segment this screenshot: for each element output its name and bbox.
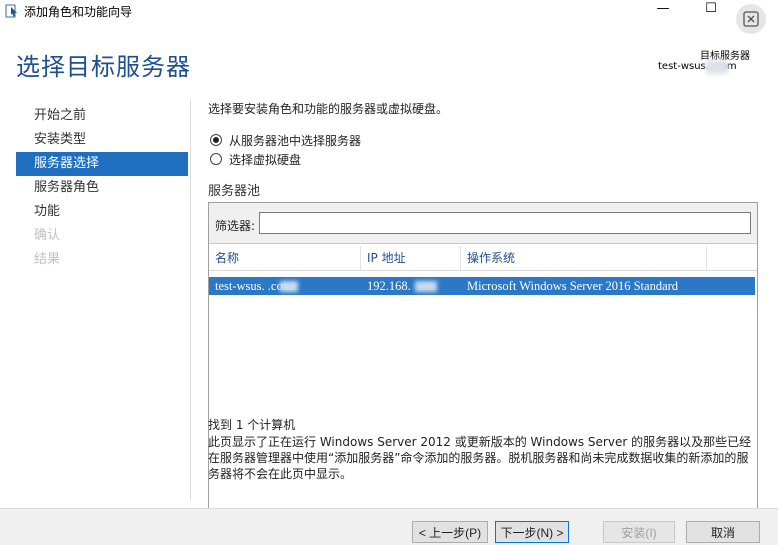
column-header-os[interactable]: 操作系统: [461, 246, 707, 270]
redacted-mask: [706, 60, 728, 74]
nav-item-server-roles[interactable]: 服务器角色: [16, 176, 188, 200]
cell-ip-address: 192.168.: [367, 279, 411, 293]
radio-server-pool[interactable]: 从服务器池中选择服务器: [210, 132, 361, 149]
cancel-button[interactable]: 取消: [686, 521, 760, 543]
radio-selected-icon[interactable]: [210, 134, 222, 146]
footer-bar: < 上一步(P) 下一步(N) > 安装(I) 取消: [0, 508, 778, 545]
nav-item-installation-type[interactable]: 安装类型: [16, 128, 188, 152]
found-count: 找到 1 个计算机: [208, 418, 296, 432]
close-button[interactable]: [736, 4, 766, 34]
nav-item-features[interactable]: 功能: [16, 200, 188, 224]
title-bar: 添加角色和功能向导 — ☐: [0, 0, 778, 34]
wizard-icon: [4, 3, 20, 19]
page-title: 选择目标服务器: [16, 53, 191, 81]
nav-divider: [190, 100, 191, 500]
column-header-name[interactable]: 名称: [209, 246, 361, 270]
intro-text: 选择要安装角色和功能的服务器或虚拟硬盘。: [208, 102, 449, 116]
window-title: 添加角色和功能向导: [24, 5, 133, 19]
nav-item-confirmation: 确认: [34, 228, 61, 243]
column-header-ip[interactable]: IP 地址: [361, 246, 461, 270]
cell-operating-system: Microsoft Windows Server 2016 Standard: [467, 279, 679, 293]
nav-item-before-you-begin[interactable]: 开始之前: [16, 104, 188, 128]
radio-server-pool-label: 从服务器池中选择服务器: [229, 134, 362, 148]
server-pool-title: 服务器池: [208, 184, 261, 199]
install-button: 安装(I): [603, 521, 675, 543]
filter-bar: 筛选器:: [209, 203, 757, 244]
filter-label: 筛选器:: [215, 219, 256, 233]
table-row[interactable]: test-wsus. .com 192.168. Microsoft Windo…: [209, 277, 755, 295]
redacted-mask: [280, 281, 298, 292]
redacted-mask: [415, 281, 437, 292]
radio-virtual-disk[interactable]: 选择虚拟硬盘: [210, 151, 301, 168]
nav-item-results: 结果: [34, 252, 61, 267]
close-icon: [743, 11, 759, 27]
previous-button[interactable]: < 上一步(P): [412, 521, 488, 543]
description-text: 此页显示了正在运行 Windows Server 2012 或更新版本的 Win…: [208, 435, 752, 481]
grid-header: 名称 IP 地址 操作系统: [209, 246, 757, 271]
nav-item-server-selection[interactable]: 服务器选择: [16, 152, 188, 176]
filter-input[interactable]: [259, 212, 751, 234]
minimize-button[interactable]: —: [640, 0, 686, 22]
next-button[interactable]: 下一步(N) >: [495, 521, 569, 543]
maximize-button[interactable]: ☐: [688, 0, 734, 22]
radio-virtual-disk-label: 选择虚拟硬盘: [229, 153, 302, 167]
wizard-nav: 开始之前 安装类型 服务器选择 服务器角色 功能 确认 结果: [16, 104, 188, 272]
radio-unselected-icon[interactable]: [210, 153, 222, 165]
